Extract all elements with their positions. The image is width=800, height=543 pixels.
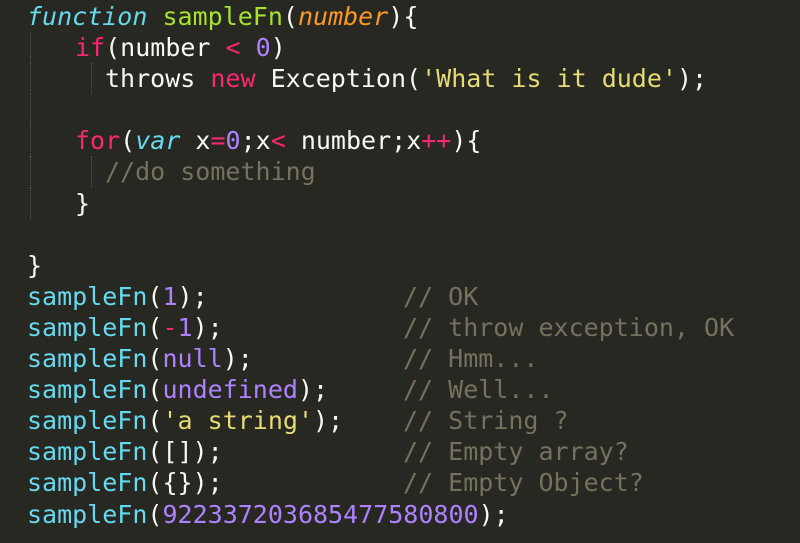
paren-close-semicolon: ); [177,281,208,311]
minus-operator: - [162,312,178,342]
paren-close-semicolon: ); [676,64,708,94]
call-argument: undefined [162,375,298,405]
code-comment: //do something [105,157,316,187]
call-function-name: sampleFn [27,375,148,405]
function-keyword: function [27,2,148,31]
paren-open: ( [147,437,163,467]
code-comment: // Empty Object? [403,468,644,498]
call-function-name: sampleFn [27,344,148,374]
call-line: sampleFn(922337203685477580800); [0,499,800,530]
call-function-name: sampleFn [27,468,148,498]
indent-guide [91,156,92,188]
call-argument: 1 [177,312,193,342]
paren-close-semicolon: ); [478,499,509,529]
call-line: sampleFn([]); // Empty array? [0,436,800,467]
paren-open: ( [147,468,163,498]
paren-open: ( [147,375,163,405]
code-comment: // Empty array? [403,437,629,467]
call-argument: {} [162,468,193,498]
indent-guide [30,63,31,95]
less-than-operator: < [225,33,241,63]
paren-close-semicolon: ); [297,375,329,405]
less-than-operator: < [270,126,286,156]
code-comment: // throw exception, OK [403,312,735,342]
increment-operator: ++ [421,126,452,156]
call-line: sampleFn(undefined); // Well... [0,374,800,405]
close-brace: } [27,250,43,280]
code-line-1: function sampleFn(number){ [0,1,800,32]
throws-text: throws [105,64,211,94]
string-literal: 'What is it dude' [421,64,677,94]
paren-open: ( [120,126,136,156]
paren-open: ( [147,499,163,529]
paren-close-semicolon: ); [313,406,344,436]
call-argument: null [162,344,223,374]
call-line: sampleFn(1); // OK [0,281,800,312]
indent-guide [30,94,31,126]
paren-close-brace: ){ [451,126,482,156]
parameter-name: number [297,2,389,31]
paren-close-brace: ){ [388,2,419,31]
call-argument: 922337203685477580800 [162,499,479,529]
code-line-8-empty [0,219,800,250]
loop-condition: number;x [285,126,422,156]
code-line-7: } [0,187,800,219]
close-brace: } [75,188,91,218]
code-line-2: if(number < 0) [0,32,800,64]
call-line: sampleFn(null); // Hmm... [0,343,800,374]
indent-guide [30,32,31,64]
code-line-5: for(var x=0;x< number;x++){ [0,125,800,157]
call-function-name: sampleFn [27,406,148,436]
if-keyword: if [75,33,106,63]
call-line: sampleFn('a string'); // String ? [0,405,800,436]
paren-open: ( [105,33,121,63]
paren-open: ( [147,281,163,311]
call-function-name: sampleFn [27,281,148,311]
code-line-4-empty [0,94,800,126]
call-line: sampleFn(-1); // throw exception, OK [0,312,800,343]
exception-class: Exception( [255,64,422,94]
paren-open: ( [282,2,298,31]
variable-x: x [180,126,211,156]
code-comment: // OK [403,281,479,311]
paren-close-semicolon: ); [222,344,253,374]
new-keyword: new [210,64,256,94]
paren-open: ( [147,406,163,436]
semicolon-x: ;x [240,126,271,156]
paren-open: ( [147,344,163,374]
number-literal: 0 [225,126,241,156]
indent-guide [30,125,31,157]
code-comment: // String ? [403,406,569,436]
code-line-9: } [0,250,800,281]
call-function-name: sampleFn [27,437,148,467]
code-line-6: //do something [0,156,800,188]
code-comment: // Hmm... [403,344,539,374]
paren-close: ) [270,33,286,63]
call-argument: 1 [162,281,178,311]
number-literal: 0 [255,33,271,63]
indent-guide [30,156,31,188]
assign-operator: = [210,126,226,156]
paren-close-semicolon: ); [192,312,223,342]
var-keyword: var [135,126,181,156]
for-keyword: for [75,126,121,156]
function-name: sampleFn [162,2,283,31]
code-editor[interactable]: function sampleFn(number){ if(number < 0… [0,0,800,543]
call-argument: [] [162,437,193,467]
paren-close-semicolon: ); [192,437,223,467]
indent-guide [91,63,92,95]
code-line-3: throws new Exception('What is it dude'); [0,63,800,95]
paren-close-semicolon: ); [192,468,223,498]
paren-open: ( [147,312,163,342]
indent-guide [30,187,31,219]
call-function-name: sampleFn [27,312,148,342]
code-comment: // Well... [403,375,554,405]
variable-number: number [120,33,226,63]
call-line: sampleFn({}); // Empty Object? [0,467,800,498]
call-function-name: sampleFn [27,499,148,529]
call-argument: 'a string' [162,406,313,436]
